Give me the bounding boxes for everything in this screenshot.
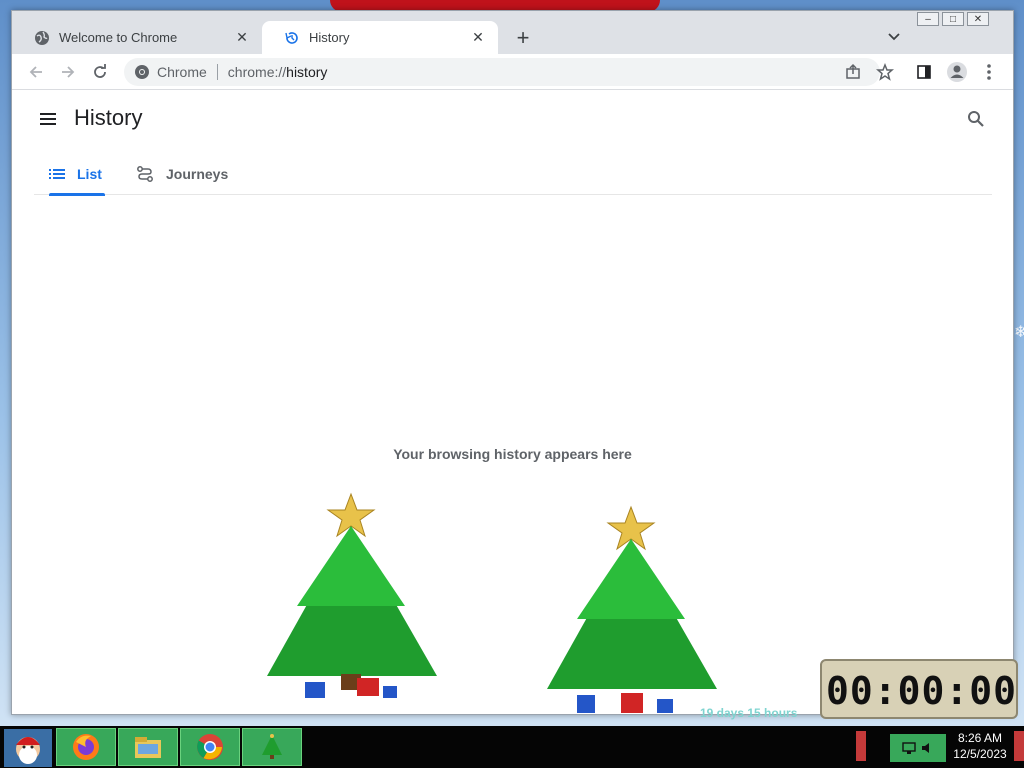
snowflake-icon: ❄	[1014, 324, 1024, 341]
tab-title: Welcome to Chrome	[59, 30, 178, 45]
address-bar[interactable]: Chrome chrome://history	[124, 58, 880, 86]
tab-selected-indicator	[49, 193, 105, 196]
file-manager-icon[interactable]	[118, 728, 178, 766]
window-controls: – □ ✕	[917, 12, 989, 26]
site-label: Chrome	[157, 64, 207, 80]
chevron-down-icon[interactable]	[884, 27, 904, 47]
browser-toolbar: Chrome chrome://history	[12, 54, 1013, 90]
countdown-banner: 19 days 15 hours	[700, 706, 798, 720]
volume-icon[interactable]	[920, 741, 934, 755]
profile-avatar-icon[interactable]	[945, 60, 969, 84]
chrome-window: Welcome to Chrome ✕ History ✕ + – □ ✕ Ch…	[11, 10, 1014, 715]
tab-label: Journeys	[166, 166, 229, 182]
side-panel-icon[interactable]	[912, 60, 936, 84]
more-menu-icon[interactable]	[977, 60, 1001, 84]
tab-journeys[interactable]: Journeys	[136, 153, 228, 195]
close-tab-icon[interactable]: ✕	[232, 28, 252, 48]
minimize-button[interactable]: –	[917, 12, 939, 26]
firefox-icon[interactable]	[56, 728, 116, 766]
clock-time: 8:26 AM	[957, 731, 1003, 745]
maximize-button[interactable]: □	[942, 12, 964, 26]
countdown-widget[interactable]: 00:00:00	[820, 659, 1018, 719]
taskbar-indicator	[856, 731, 866, 761]
christmas-tree-icon	[547, 505, 717, 713]
url-text[interactable]: chrome://history	[228, 64, 328, 80]
taskbar: 8:26 AM 12/5/2023	[0, 726, 1024, 768]
forward-button[interactable]	[56, 60, 80, 84]
history-icon	[284, 30, 300, 46]
tab-history[interactable]: History ✕	[262, 21, 498, 54]
history-tabs: List Journeys	[34, 153, 992, 196]
countdown-display: 00:00:00	[826, 669, 1018, 713]
christmas-tree-icon	[267, 492, 437, 698]
network-icon[interactable]	[902, 741, 916, 755]
url-scheme: chrome://	[227, 64, 287, 80]
new-tab-button[interactable]: +	[510, 25, 536, 51]
chrome-icon[interactable]	[180, 728, 240, 766]
reload-button[interactable]	[88, 60, 112, 84]
clock-date: 12/5/2023	[953, 747, 1007, 761]
omnibox-divider	[216, 64, 218, 80]
back-button[interactable]	[24, 60, 48, 84]
tab-strip: Welcome to Chrome ✕ History ✕ + – □ ✕	[12, 11, 1013, 54]
site-chip[interactable]: Chrome	[134, 64, 207, 80]
search-icon[interactable]	[966, 109, 986, 129]
tab-title: History	[309, 30, 350, 45]
tab-welcome[interactable]: Welcome to Chrome ✕	[12, 21, 262, 54]
share-icon[interactable]	[841, 60, 865, 84]
url-path: history	[286, 64, 328, 80]
close-tab-icon[interactable]: ✕	[468, 28, 488, 48]
history-header: History	[12, 91, 1013, 147]
globe-icon	[34, 30, 50, 46]
page-title: History	[74, 105, 143, 130]
hamburger-menu-icon[interactable]	[38, 109, 58, 129]
tab-label: List	[77, 166, 102, 182]
list-icon	[49, 168, 65, 180]
system-tray[interactable]	[890, 734, 946, 762]
close-window-button[interactable]: ✕	[967, 12, 989, 26]
journeys-icon	[136, 165, 154, 183]
history-page: History List Journeys Your browsing hist…	[12, 91, 1013, 714]
christmas-tree-icon[interactable]	[242, 728, 302, 766]
tab-list[interactable]: List	[49, 153, 105, 196]
system-clock[interactable]: 8:26 AM 12/5/2023	[948, 730, 1012, 762]
bookmark-star-icon[interactable]	[873, 60, 897, 84]
empty-history-message: Your browsing history appears here	[393, 446, 632, 462]
chrome-icon	[135, 65, 149, 79]
santa-start-icon[interactable]	[4, 729, 52, 767]
show-desktop-button[interactable]	[1014, 731, 1024, 761]
